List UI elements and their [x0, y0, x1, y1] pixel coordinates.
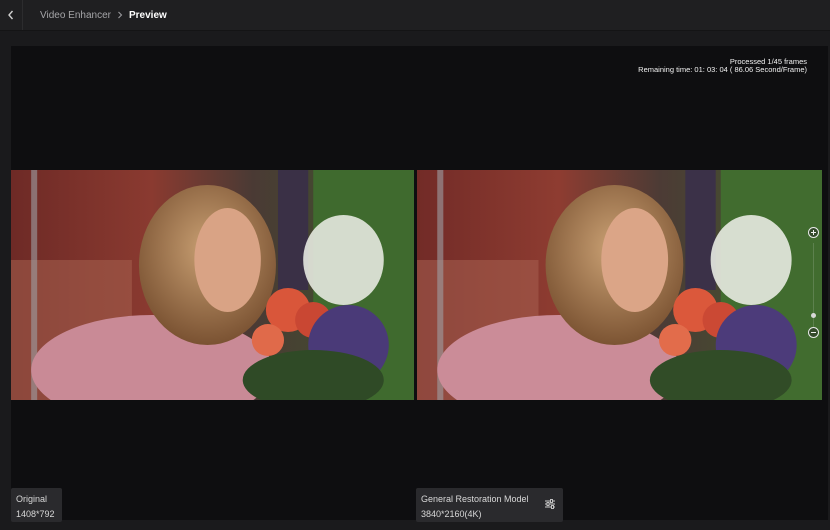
- progress-info: Processed 1/45 frames Remaining time: 01…: [638, 58, 807, 74]
- zoom-out-button[interactable]: [808, 327, 819, 338]
- plus-icon: [811, 230, 816, 235]
- original-preview-image[interactable]: [11, 170, 414, 400]
- original-resolution: 1408*792: [16, 509, 55, 519]
- minus-icon: [811, 332, 816, 333]
- top-bar: Video Enhancer Preview: [0, 0, 830, 31]
- enhanced-resolution: 3840*2160(4K): [421, 509, 482, 519]
- chevron-left-icon: [8, 10, 14, 20]
- preview-stage: Processed 1/45 frames Remaining time: 01…: [11, 46, 828, 522]
- breadcrumb-preview: Preview: [128, 9, 167, 21]
- breadcrumb: Video Enhancer Preview: [40, 0, 167, 30]
- chevron-right-icon: [117, 11, 123, 19]
- breadcrumb-video-enhancer[interactable]: Video Enhancer: [40, 10, 111, 21]
- enhanced-preview-image[interactable]: [417, 170, 822, 400]
- enhanced-info-label: General Restoration Model 3840*2160(4K): [416, 488, 563, 522]
- back-button[interactable]: [0, 0, 23, 30]
- zoom-in-button[interactable]: [808, 227, 819, 238]
- original-label: Original: [16, 494, 48, 504]
- zoom-slider-handle[interactable]: [811, 313, 816, 318]
- sliders-icon: [545, 499, 555, 509]
- remaining-time-text: Remaining time: 01: 03: 04 ( 86.06 Secon…: [638, 65, 807, 74]
- original-info-label: Original 1408*792: [11, 488, 62, 522]
- model-name: General Restoration Model: [421, 494, 529, 504]
- model-settings-button[interactable]: [544, 498, 556, 510]
